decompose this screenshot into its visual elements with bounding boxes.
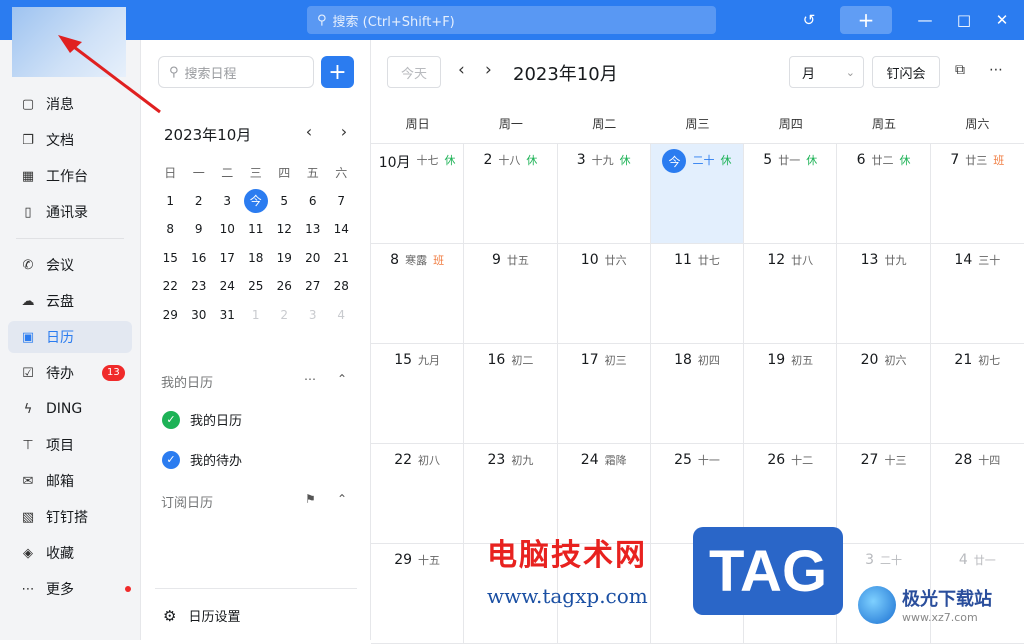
annotation-arrow [58, 35, 161, 114]
